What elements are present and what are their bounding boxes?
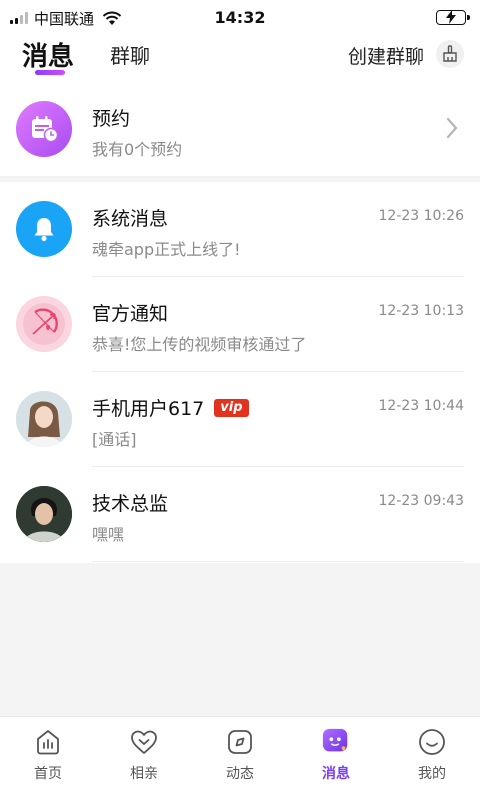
tab-label: 首页 [34, 766, 62, 782]
battery-charging-icon [436, 10, 470, 25]
message-time: 12-23 09:43 [378, 493, 464, 509]
status-time: 14:32 [214, 8, 266, 27]
calendar-avatar [16, 101, 72, 157]
tab-messages-nav[interactable]: 消息 [288, 717, 384, 800]
message-time: 12-23 10:44 [378, 398, 464, 414]
reservation-title: 预约 [92, 108, 131, 130]
user-photo-icon [16, 391, 72, 447]
tab-label: 相亲 [130, 766, 158, 782]
tab-messages[interactable]: 消息 [22, 36, 74, 73]
message-icon [321, 727, 351, 757]
active-tab-indicator [35, 70, 65, 75]
user-avatar [16, 486, 72, 542]
user-photo-icon [16, 486, 72, 542]
status-bar: 中国联通 14:32 [0, 0, 480, 36]
bottom-tab-bar: 首页 相亲 动态 消息 我的 [0, 716, 480, 800]
message-item-tech-director[interactable]: 技术总监 嘿嘿 12-23 09:43 [0, 467, 480, 562]
message-item-system[interactable]: 系统消息 魂牵app正式上线了! 12-23 10:26 [0, 182, 480, 277]
name-text: 系统消息 [92, 208, 169, 230]
official-avatar [16, 296, 72, 352]
tab-feed[interactable]: 动态 [192, 717, 288, 800]
cupid-bow-icon [23, 303, 65, 345]
clear-unread-button[interactable] [436, 40, 464, 68]
name-text: 手机用户617 [92, 398, 205, 420]
reservation-subtitle: 我有0个预约 [92, 140, 183, 159]
tab-home[interactable]: 首页 [0, 717, 96, 800]
message-preview: 恭喜!您上传的视频审核通过了 [92, 335, 307, 354]
message-item-user617[interactable]: 手机用户617 vip [通话] 12-23 10:44 [0, 372, 480, 467]
message-time: 12-23 10:26 [378, 208, 464, 224]
reservation-row[interactable]: 预约 我有0个预约 [0, 84, 480, 176]
home-icon [33, 727, 63, 757]
chevron-right-icon [446, 117, 458, 139]
tab-label: 消息 [322, 766, 350, 782]
system-avatar [16, 201, 72, 257]
tab-label: 我的 [418, 766, 446, 782]
vip-badge: vip [214, 398, 249, 417]
message-list: 系统消息 魂牵app正式上线了! 12-23 10:26 官方通知 恭喜!您上传… [0, 182, 480, 563]
message-name: 手机用户617 vip [92, 394, 249, 421]
smile-icon [417, 727, 447, 757]
tab-label: 动态 [226, 766, 254, 782]
compass-icon [225, 727, 255, 757]
header: 消息 群聊 创建群聊 [0, 36, 480, 84]
heart-icon [129, 727, 159, 757]
message-name: 技术总监 [92, 489, 168, 516]
message-preview: 魂牵app正式上线了! [92, 240, 241, 259]
message-time: 12-23 10:13 [378, 303, 464, 319]
broom-icon [443, 45, 457, 62]
user-avatar [16, 391, 72, 447]
divider [92, 561, 464, 562]
tab-group-chat[interactable]: 群聊 [110, 40, 150, 69]
name-text: 技术总监 [92, 493, 169, 515]
message-item-official[interactable]: 官方通知 恭喜!您上传的视频审核通过了 12-23 10:13 [0, 277, 480, 372]
message-preview: [通话] [92, 430, 137, 449]
name-text: 官方通知 [92, 303, 169, 325]
calendar-clock-icon [32, 116, 59, 143]
message-name: 官方通知 [92, 299, 168, 326]
tab-profile[interactable]: 我的 [384, 717, 480, 800]
bell-icon [34, 218, 54, 242]
message-preview: 嘿嘿 [92, 525, 125, 544]
create-group-button[interactable]: 创建群聊 [348, 42, 424, 69]
tab-dating[interactable]: 相亲 [96, 717, 192, 800]
message-name: 系统消息 [92, 204, 168, 231]
